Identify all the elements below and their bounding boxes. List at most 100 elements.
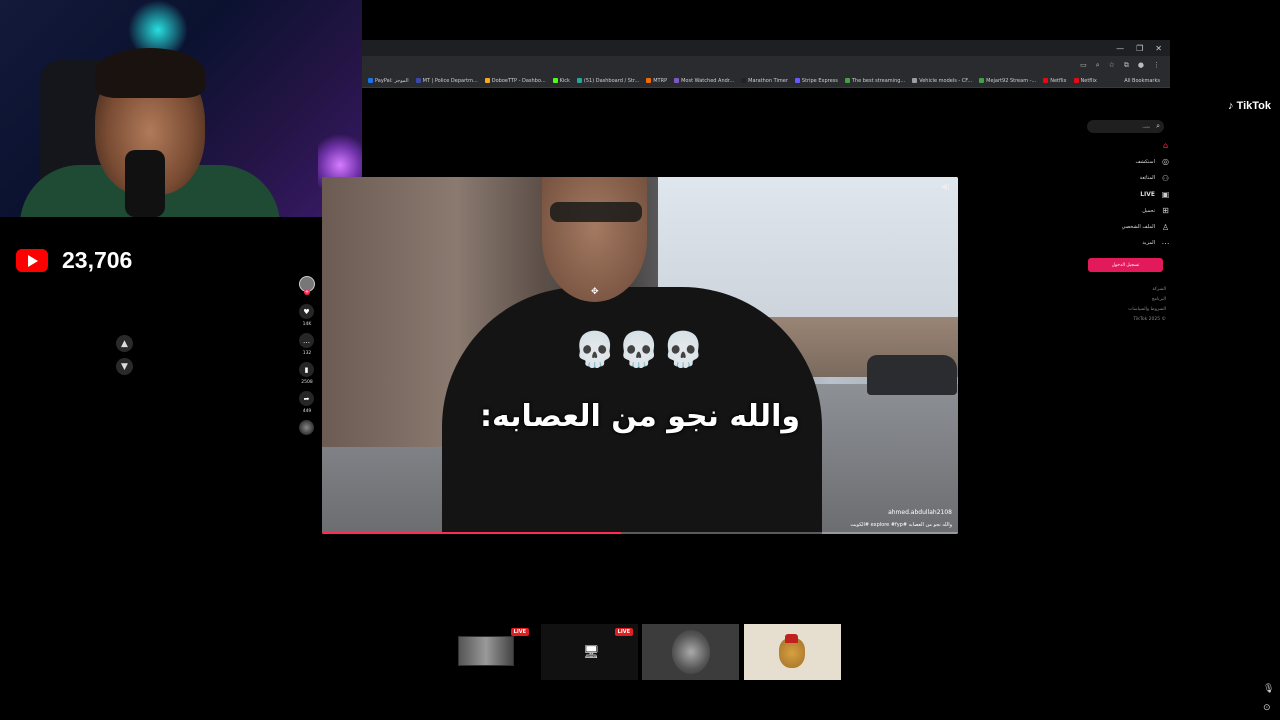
minimize-icon[interactable]: — <box>1116 44 1124 53</box>
stream-thumbnail-2[interactable]: 🖥 LIVE <box>541 624 638 680</box>
bookmark-item[interactable]: Kick <box>552 77 570 84</box>
bookmark-icon[interactable]: ▮ <box>299 362 314 377</box>
address-bar: ▭ ⌕ ☆ ⧉ ● ⋮ <box>362 56 1170 74</box>
bookmark-item[interactable]: Most Watched Andr... <box>674 78 734 84</box>
comment-count: 132 <box>302 351 312 356</box>
bookmark-label: The best streaming... <box>851 77 906 84</box>
footer-copyright: TikTok 2025 © <box>1133 317 1166 322</box>
bookmark-item[interactable]: Mejart92 Stream -... <box>979 78 1036 84</box>
bookmark-favicon-icon <box>552 78 558 83</box>
share-icon[interactable]: ➦ <box>299 391 314 406</box>
microphone-icon[interactable]: 🎙 <box>1263 684 1274 694</box>
bookmark-label: DoboeTTP - Dashbo... <box>491 77 546 84</box>
video-person-face <box>542 177 647 302</box>
nav-label: المزيد <box>1142 240 1155 247</box>
monitor-icon: 🖥 <box>583 645 600 660</box>
bookmark-item[interactable]: Marathon Timer <box>741 78 788 84</box>
stream-thumbnail-1[interactable]: LIVE <box>446 624 534 680</box>
microphone <box>125 150 165 217</box>
bookmark-item[interactable]: Vehicle models - CF... <box>912 78 972 84</box>
nav-item-home[interactable]: ⌂ <box>1155 141 1170 150</box>
bookmark-favicon-icon <box>912 78 918 83</box>
footer-company[interactable]: الشركة <box>1152 287 1166 292</box>
live-badge: LIVE <box>614 628 633 636</box>
compass-icon: ◎ <box>1162 157 1169 167</box>
bookmark-label: Marathon Timer <box>748 77 788 84</box>
video-player[interactable]: 💀💀💀 والله نجو من العصابه: ahmed.abdullah… <box>322 177 958 534</box>
screen-cast-icon[interactable]: ▭ <box>1080 61 1087 69</box>
zoom-icon[interactable]: ⌕ <box>1096 61 1100 70</box>
skull-avatar <box>672 630 710 674</box>
bookmark-item[interactable]: Stripe Express <box>794 77 838 84</box>
bookmark-star-icon[interactable]: ☆ <box>1109 61 1115 69</box>
more-icon: ⋯ <box>1161 238 1170 248</box>
bookmark-favicon-icon <box>1073 78 1079 83</box>
like-icon[interactable]: ♥ <box>299 304 314 319</box>
bookmark-item[interactable]: Netflix <box>1073 78 1097 84</box>
title-bar: — ❐ ✕ <box>362 40 1170 56</box>
close-icon[interactable]: ✕ <box>1155 44 1162 53</box>
nav-item-more[interactable]: المزيد ⋯ <box>1142 239 1170 248</box>
bookmark-favicon-icon <box>741 78 747 83</box>
nav-item-live[interactable]: LIVE ▣ <box>1140 190 1170 199</box>
bookmark-item[interactable]: The best streaming... <box>844 77 906 84</box>
profile-icon[interactable]: ● <box>1138 61 1144 69</box>
skull-emoji-overlay: 💀💀💀 <box>573 330 707 370</box>
bookmark-favicon-icon <box>646 78 652 83</box>
menu-icon[interactable]: ⋮ <box>1153 61 1160 69</box>
comment-icon[interactable]: … <box>299 333 314 348</box>
bookmark-label: Most Watched Andr... <box>681 77 735 84</box>
bookmark-item[interactable]: (51) Dashboard / Str... <box>576 78 639 84</box>
bookmark-label: MTRP <box>653 77 668 84</box>
youtube-icon <box>16 249 48 272</box>
volume-icon[interactable]: ◀) <box>941 182 950 191</box>
bookmarks-bar: PayPal: الموجز MT | Police Departm... Dobo… <box>362 74 1170 88</box>
thumbnail-preview <box>458 636 514 666</box>
follow-plus-icon[interactable]: + <box>304 289 310 295</box>
bookmark-favicon-icon <box>794 78 800 83</box>
extensions-icon[interactable]: ⧉ <box>1124 61 1129 70</box>
bookmark-favicon-icon <box>415 78 421 83</box>
nav-label: تحميل <box>1142 207 1155 214</box>
music-disc-icon[interactable] <box>299 420 314 435</box>
bookmark-item[interactable]: MTRP <box>646 78 667 84</box>
webcam-feed <box>0 0 362 217</box>
footer-terms[interactable]: الشروط والسياسات <box>1128 307 1166 312</box>
search-icon[interactable]: ⌕ <box>1156 122 1160 131</box>
bookmark-favicon-icon <box>576 78 582 83</box>
nav-label: الملف الشخصي <box>1121 224 1155 230</box>
bookmark-item[interactable]: PayPal: الموجز <box>368 78 409 84</box>
bookmark-item[interactable]: MT | Police Departm... <box>415 77 478 84</box>
streamer-hair <box>95 48 205 98</box>
login-button[interactable]: تسجيل الدخول <box>1088 258 1163 272</box>
chevron-down-icon[interactable]: ▼ <box>116 358 133 375</box>
bookmark-item[interactable]: Netflix <box>1043 78 1067 84</box>
bookmark-label: MT | Police Departm... <box>422 77 478 84</box>
settings-icon[interactable]: ⊙ <box>1263 703 1271 713</box>
video-username[interactable]: ahmed.abdullah2108 <box>888 509 952 516</box>
bookmark-label: Kick <box>559 77 570 84</box>
nav-item-profile[interactable]: الملف الشخصي ♙ <box>1122 223 1170 232</box>
bookmark-label: PayPal: الموجز <box>375 77 409 84</box>
all-bookmarks[interactable]: All Bookmarks <box>1124 78 1170 84</box>
bookmark-favicon-icon <box>484 78 490 83</box>
subscriber-counter: 23,706 <box>16 247 132 274</box>
bookmark-label: Mejart92 Stream -... <box>986 77 1037 84</box>
nav-label: المتابَعة <box>1139 175 1155 182</box>
stream-thumbnail-3[interactable] <box>642 624 739 680</box>
footer-program[interactable]: البرنامج <box>1152 297 1166 302</box>
chevron-up-icon[interactable]: ▲ <box>116 335 133 352</box>
tiktok-logo[interactable]: ♪ TikTok <box>1228 100 1271 112</box>
bookmark-item[interactable]: DoboeTTP - Dashbo... <box>484 77 546 84</box>
upload-icon: ⊞ <box>1162 206 1169 216</box>
live-icon: ▣ <box>1161 189 1170 199</box>
progress-fill <box>322 532 621 534</box>
nav-item-upload[interactable]: تحميل ⊞ <box>1142 206 1170 215</box>
stream-thumbnail-4[interactable] <box>744 624 841 680</box>
nav-item-following[interactable]: المتابَعة ⚇ <box>1140 174 1170 183</box>
search-input[interactable]: بحث ⌕ <box>1087 120 1164 133</box>
restore-icon[interactable]: ❐ <box>1136 44 1143 53</box>
nav-item-compass[interactable]: استكشف ◎ <box>1136 157 1171 166</box>
bookmark-favicon-icon <box>979 78 985 83</box>
bookmark-label: Stripe Express <box>801 77 838 84</box>
